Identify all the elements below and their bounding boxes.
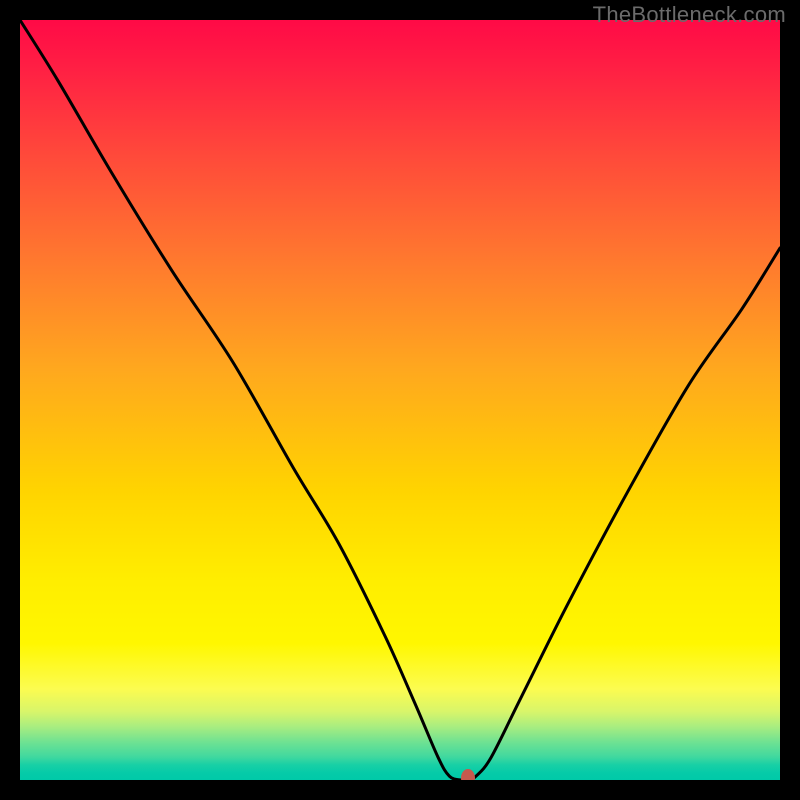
plot-area	[20, 20, 780, 780]
optimum-marker-icon	[461, 769, 475, 780]
chart-container: TheBottleneck.com	[0, 0, 800, 800]
watermark-text: TheBottleneck.com	[593, 2, 786, 28]
bottleneck-curve	[20, 20, 780, 780]
